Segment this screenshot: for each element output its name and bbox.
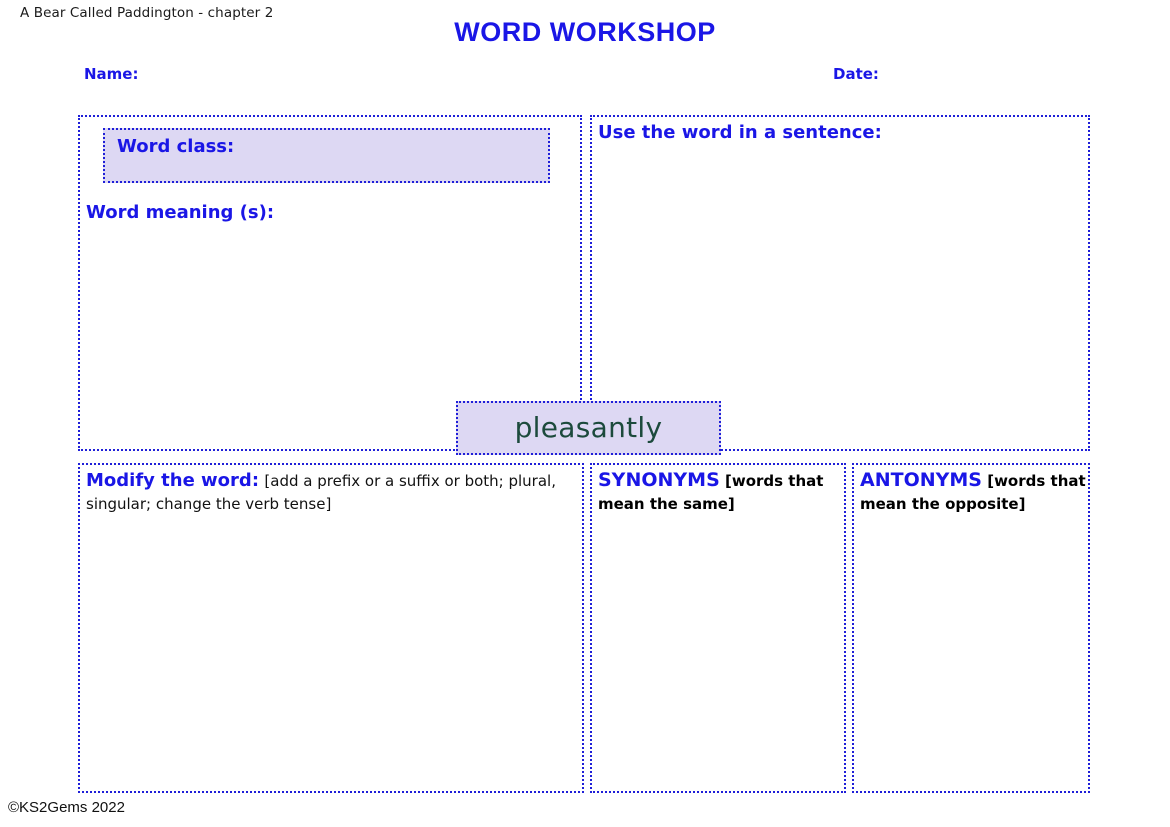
- modify-word-label: Modify the word:: [86, 470, 260, 491]
- antonyms-heading: ANTONYMS [words that mean the opposite]: [860, 469, 1088, 516]
- word-class-box[interactable]: Word class:: [103, 128, 550, 183]
- sentence-label: Use the word in a sentence:: [598, 122, 882, 143]
- word-meaning-label: Word meaning (s):: [86, 202, 275, 223]
- focus-word-text: pleasantly: [514, 411, 663, 444]
- page-title: WORD WORKSHOP: [454, 17, 716, 47]
- word-class-label: Word class:: [117, 136, 235, 157]
- antonyms-label: ANTONYMS: [860, 469, 982, 491]
- focus-word-box: pleasantly: [456, 401, 721, 455]
- name-field-label: Name:: [84, 65, 139, 83]
- copyright-credit: ©KS2Gems 2022: [8, 799, 125, 816]
- modify-word-heading: Modify the word: [add a prefix or a suff…: [86, 469, 576, 516]
- date-field-label: Date:: [833, 65, 879, 83]
- synonyms-label: SYNONYMS: [598, 469, 720, 491]
- synonyms-heading: SYNONYMS [words that mean the same]: [598, 469, 844, 516]
